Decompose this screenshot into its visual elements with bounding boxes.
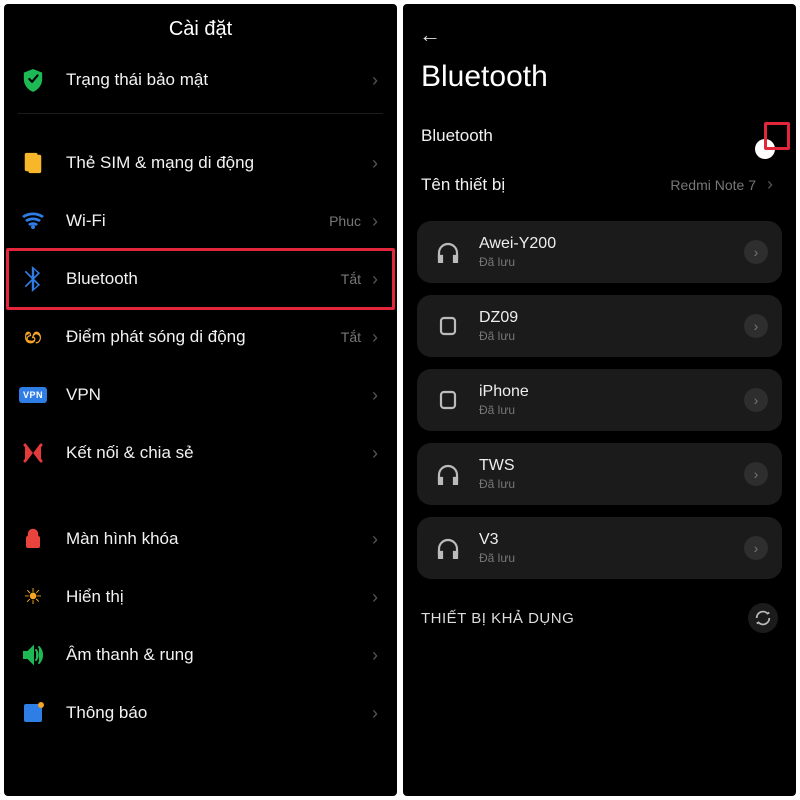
shield-check-icon bbox=[18, 65, 48, 95]
back-row: ← bbox=[403, 4, 796, 52]
row-label: Wi-Fi bbox=[66, 211, 329, 231]
device-name-value: Redmi Note 7 bbox=[670, 177, 756, 193]
device-card[interactable]: TWS Đã lưu › bbox=[417, 443, 782, 505]
bluetooth-screen: ← Bluetooth Bluetooth Tên thiết bị Redmi… bbox=[403, 4, 796, 796]
device-info-button[interactable]: › bbox=[744, 462, 768, 486]
row-label: Trạng thái bảo mật bbox=[66, 70, 367, 90]
row-label: Màn hình khóa bbox=[66, 529, 367, 549]
chevron-right-icon: › bbox=[762, 174, 778, 195]
lock-icon bbox=[18, 524, 48, 554]
row-lockscreen[interactable]: Màn hình khóa › bbox=[4, 510, 397, 568]
device-sub: Đã lưu bbox=[479, 255, 744, 269]
row-value: Tắt bbox=[341, 271, 361, 287]
device-sub: Đã lưu bbox=[479, 477, 744, 491]
device-sub: Đã lưu bbox=[479, 329, 744, 343]
page-title: Bluetooth bbox=[403, 52, 796, 112]
bluetooth-icon bbox=[18, 264, 48, 294]
sun-icon: ☀ bbox=[18, 582, 48, 612]
chevron-right-icon: › bbox=[367, 703, 383, 724]
divider bbox=[18, 113, 383, 114]
row-label: Thông báo bbox=[66, 703, 367, 723]
chevron-right-icon: › bbox=[367, 385, 383, 406]
row-label: Âm thanh & rung bbox=[66, 645, 367, 665]
row-notifications[interactable]: Thông báo › bbox=[4, 684, 397, 742]
chevron-right-icon: › bbox=[367, 269, 383, 290]
device-card[interactable]: DZ09 Đã lưu › bbox=[417, 295, 782, 357]
row-bluetooth[interactable]: Bluetooth Tắt › bbox=[4, 250, 397, 308]
row-value: Tắt bbox=[341, 329, 361, 345]
refresh-button[interactable] bbox=[748, 603, 778, 633]
chevron-right-icon: › bbox=[367, 327, 383, 348]
toggle-label: Bluetooth bbox=[421, 126, 778, 146]
row-vpn[interactable]: VPN VPN › bbox=[4, 366, 397, 424]
device-name: DZ09 bbox=[479, 309, 744, 327]
row-security[interactable]: Trạng thái bảo mật › bbox=[4, 51, 397, 109]
device-sub: Đã lưu bbox=[479, 403, 744, 417]
settings-screen: Cài đặt Trạng thái bảo mật › Thẻ SIM & m… bbox=[4, 4, 397, 796]
vpn-icon: VPN bbox=[18, 380, 48, 410]
device-card[interactable]: iPhone Đã lưu › bbox=[417, 369, 782, 431]
chevron-right-icon: › bbox=[367, 153, 383, 174]
device-name: Awei-Y200 bbox=[479, 235, 744, 253]
device-name: V3 bbox=[479, 531, 744, 549]
chevron-right-icon: › bbox=[367, 70, 383, 91]
chevron-right-icon: › bbox=[367, 587, 383, 608]
row-wifi[interactable]: Wi-Fi Phuc › bbox=[4, 192, 397, 250]
row-label: VPN bbox=[66, 385, 367, 405]
device-name: iPhone bbox=[479, 383, 744, 401]
chevron-right-icon: › bbox=[367, 529, 383, 550]
device-sub: Đã lưu bbox=[479, 551, 744, 565]
device-info-button[interactable]: › bbox=[744, 314, 768, 338]
chevron-right-icon: › bbox=[367, 645, 383, 666]
row-value: Phuc bbox=[329, 213, 361, 229]
row-label: Bluetooth bbox=[66, 269, 341, 289]
row-hotspot[interactable]: ඟ Điểm phát sóng di động Tắt › bbox=[4, 308, 397, 366]
row-sim[interactable]: Thẻ SIM & mạng di động › bbox=[4, 134, 397, 192]
wifi-icon bbox=[18, 206, 48, 236]
device-card[interactable]: Awei-Y200 Đã lưu › bbox=[417, 221, 782, 283]
device-name: TWS bbox=[479, 457, 744, 475]
headphones-icon bbox=[431, 235, 465, 269]
connection-share-icon bbox=[18, 438, 48, 468]
row-display[interactable]: ☀ Hiển thị › bbox=[4, 568, 397, 626]
hotspot-icon: ඟ bbox=[18, 322, 48, 352]
row-label: Hiển thị bbox=[66, 587, 367, 607]
available-devices-header: THIẾT BỊ KHẢ DỤNG bbox=[403, 585, 796, 637]
available-label: THIẾT BỊ KHẢ DỤNG bbox=[421, 610, 748, 627]
device-info-button[interactable]: › bbox=[744, 240, 768, 264]
row-label: Thẻ SIM & mạng di động bbox=[66, 153, 367, 173]
row-label: Kết nối & chia sẻ bbox=[66, 443, 367, 463]
device-info-button[interactable]: › bbox=[744, 388, 768, 412]
headphones-icon bbox=[431, 531, 465, 565]
row-device-name[interactable]: Tên thiết bị Redmi Note 7 › bbox=[403, 160, 796, 209]
sim-icon bbox=[18, 148, 48, 178]
notification-icon bbox=[18, 698, 48, 728]
device-card[interactable]: V3 Đã lưu › bbox=[417, 517, 782, 579]
row-label: Điểm phát sóng di động bbox=[66, 327, 341, 347]
back-arrow-icon[interactable]: ← bbox=[419, 22, 441, 48]
device-name-label: Tên thiết bị bbox=[421, 175, 670, 195]
watch-icon bbox=[431, 309, 465, 343]
chevron-right-icon: › bbox=[367, 443, 383, 464]
row-sound[interactable]: Âm thanh & rung › bbox=[4, 626, 397, 684]
headphones-icon bbox=[431, 457, 465, 491]
row-share[interactable]: Kết nối & chia sẻ › bbox=[4, 424, 397, 482]
chevron-right-icon: › bbox=[367, 211, 383, 232]
device-info-button[interactable]: › bbox=[744, 536, 768, 560]
speaker-icon bbox=[18, 640, 48, 670]
watch-icon bbox=[431, 383, 465, 417]
row-bluetooth-toggle: Bluetooth bbox=[403, 112, 796, 160]
page-title: Cài đặt bbox=[4, 4, 397, 51]
